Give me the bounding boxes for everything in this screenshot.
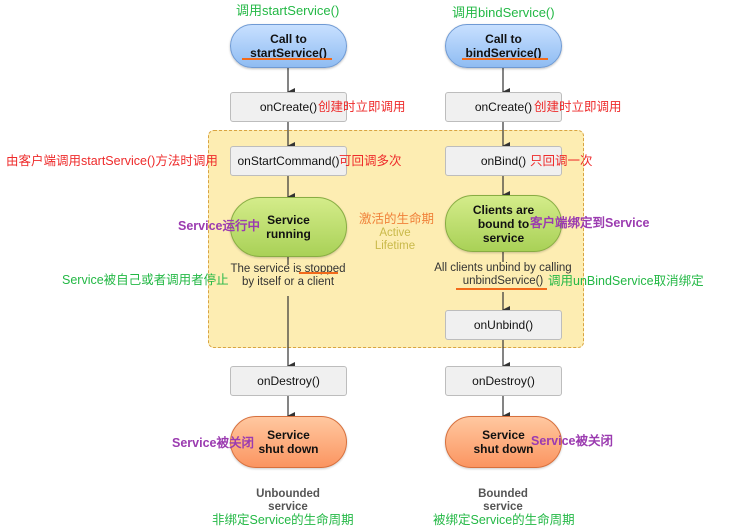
onbind-note: 只回调一次 xyxy=(530,154,593,168)
left-oncreate-note: 创建时立即调用 xyxy=(318,100,406,114)
service-running-note: Service运行中 xyxy=(178,219,260,233)
right-shutdown-line2: shut down xyxy=(473,442,534,456)
clients-bound-line2: bound to xyxy=(477,216,530,231)
clients-bound-note: 客户端绑定到Service xyxy=(530,216,650,230)
onstartcommand-left-note: 由客户端调用startService()方法时调用 xyxy=(6,154,218,168)
service-stopped-line1: The service is stopped xyxy=(230,263,346,275)
call-startservice-node[interactable]: Call to startService() xyxy=(230,24,347,68)
left-shutdown-line2: shut down xyxy=(258,442,319,456)
onunbind-node[interactable]: onUnbind() xyxy=(445,310,562,340)
unbounded-service-label: Unbounded service xyxy=(238,488,338,514)
unbounded-note: 非绑定Service的生命周期 xyxy=(212,513,354,527)
bounded-service-label: Bounded service xyxy=(453,488,553,514)
active-lifetime-cn: 激活的生命期 xyxy=(359,212,435,226)
call-startservice-line1: Call to xyxy=(270,32,307,46)
call-bindservice-node[interactable]: Call to bindService() xyxy=(445,24,562,68)
startservice-underline xyxy=(242,58,332,60)
clients-bound-line1: Clients are xyxy=(472,202,535,217)
unbounded-line1: Unbounded xyxy=(256,488,320,500)
service-stopped-line2: by itself or a client xyxy=(241,276,335,288)
active-lifetime-line2: Lifetime xyxy=(374,240,416,252)
left-shutdown-note: Service被关闭 xyxy=(172,436,254,450)
service-stopped-note: Service被自己或者调用者停止 xyxy=(62,273,229,287)
flow-arrows xyxy=(287,68,510,420)
unbind-note: 调用unBindService取消绑定 xyxy=(548,274,704,288)
call-bindservice-line1: Call to xyxy=(485,32,522,46)
stopped-underline xyxy=(299,272,338,274)
right-shutdown-line1: Service xyxy=(482,428,525,442)
bounded-line1: Bounded xyxy=(478,488,528,500)
active-lifetime-line1: Active xyxy=(379,227,411,239)
onstartcommand-node[interactable]: onStartCommand() xyxy=(230,146,347,176)
bindservice-underline xyxy=(462,58,548,60)
service-running-line2: running xyxy=(266,227,311,241)
clients-bound-line3: service xyxy=(482,230,525,245)
bounded-note: 被绑定Service的生命周期 xyxy=(433,513,575,527)
right-oncreate-note: 创建时立即调用 xyxy=(534,100,622,114)
right-shutdown-note: Service被关闭 xyxy=(531,434,613,448)
left-top-note: 调用startService() xyxy=(236,3,340,18)
onstartcommand-note: 可回调多次 xyxy=(339,154,402,168)
right-ondestroy-node[interactable]: onDestroy() xyxy=(445,366,562,396)
service-running-line1: Service xyxy=(267,213,310,227)
unbindservice-underline xyxy=(456,288,547,290)
service-stopped-text: The service is stopped by itself or a cl… xyxy=(222,263,354,289)
active-lifetime-label: Active Lifetime xyxy=(362,227,428,253)
left-ondestroy-node[interactable]: onDestroy() xyxy=(230,366,347,396)
left-shutdown-line1: Service xyxy=(267,428,310,442)
right-top-note: 调用bindService() xyxy=(452,5,555,20)
